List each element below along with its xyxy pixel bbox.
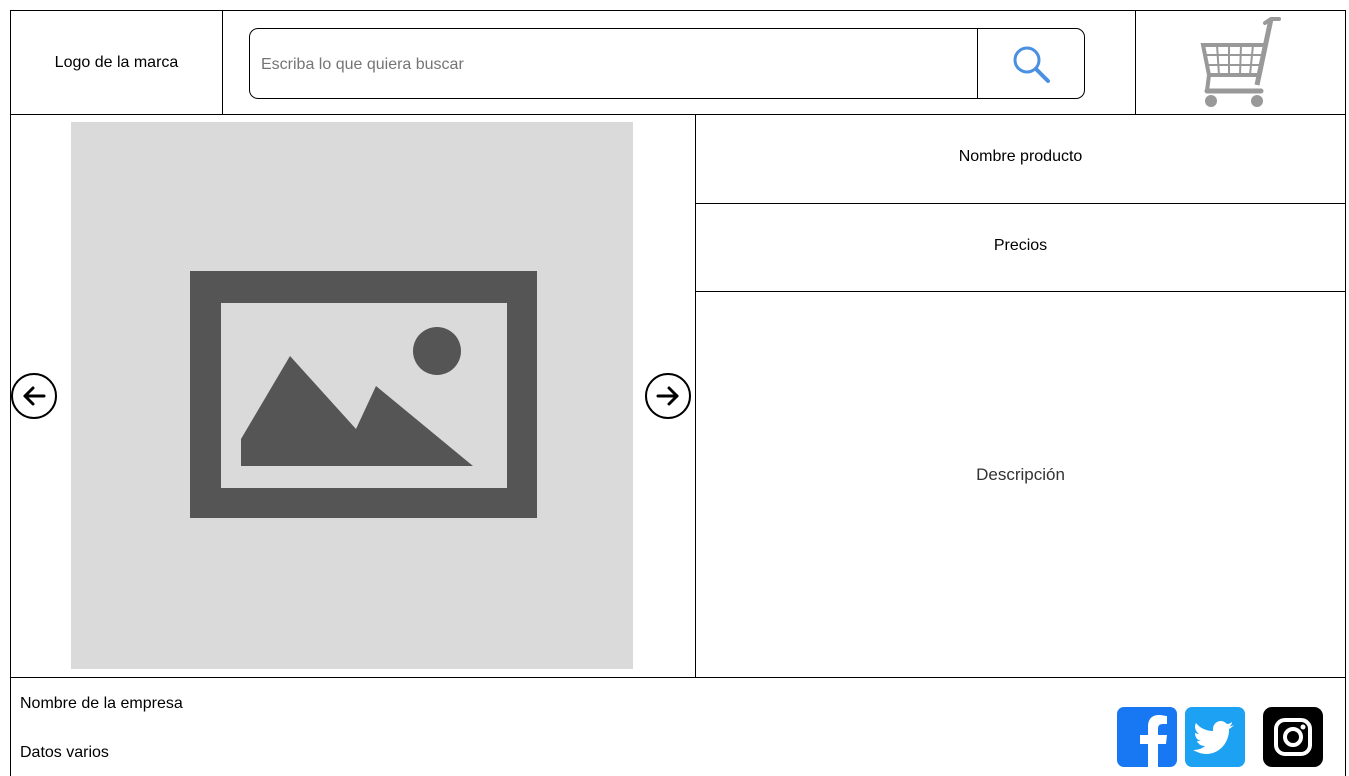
product-name: Nombre producto xyxy=(695,114,1346,204)
company-name: Nombre de la empresa xyxy=(20,695,183,712)
product-description-label: Descripción xyxy=(976,464,1065,484)
next-image-button[interactable] xyxy=(645,373,691,419)
product-price-label: Precios xyxy=(993,236,1048,254)
facebook-link[interactable] xyxy=(1116,706,1178,768)
facebook-icon xyxy=(1117,707,1177,767)
arrow-right-icon xyxy=(656,386,679,406)
shopping-cart-icon xyxy=(1200,16,1281,107)
instagram-link[interactable] xyxy=(1262,706,1324,768)
search-button[interactable] xyxy=(977,29,1084,98)
instagram-icon xyxy=(1263,707,1323,767)
brand-logo[interactable]: Logo de la marca xyxy=(10,10,223,115)
product-image xyxy=(71,122,633,669)
search-input[interactable] xyxy=(259,29,963,100)
misc-data: Datos varios xyxy=(20,744,109,761)
product-description: Descripción xyxy=(695,291,1346,678)
arrow-left-icon xyxy=(23,386,46,406)
image-placeholder-icon xyxy=(190,271,537,518)
twitter-icon xyxy=(1185,707,1245,767)
previous-image-button[interactable] xyxy=(11,373,57,419)
twitter-link[interactable] xyxy=(1184,706,1246,768)
brand-logo-label: Logo de la marca xyxy=(54,53,179,71)
search-field xyxy=(249,28,1085,100)
search-icon xyxy=(1013,46,1050,83)
search-bar-container xyxy=(222,10,1136,115)
cart-button[interactable] xyxy=(1135,10,1346,115)
product-price: Precios xyxy=(695,203,1346,292)
product-name-label: Nombre producto xyxy=(958,148,1083,165)
